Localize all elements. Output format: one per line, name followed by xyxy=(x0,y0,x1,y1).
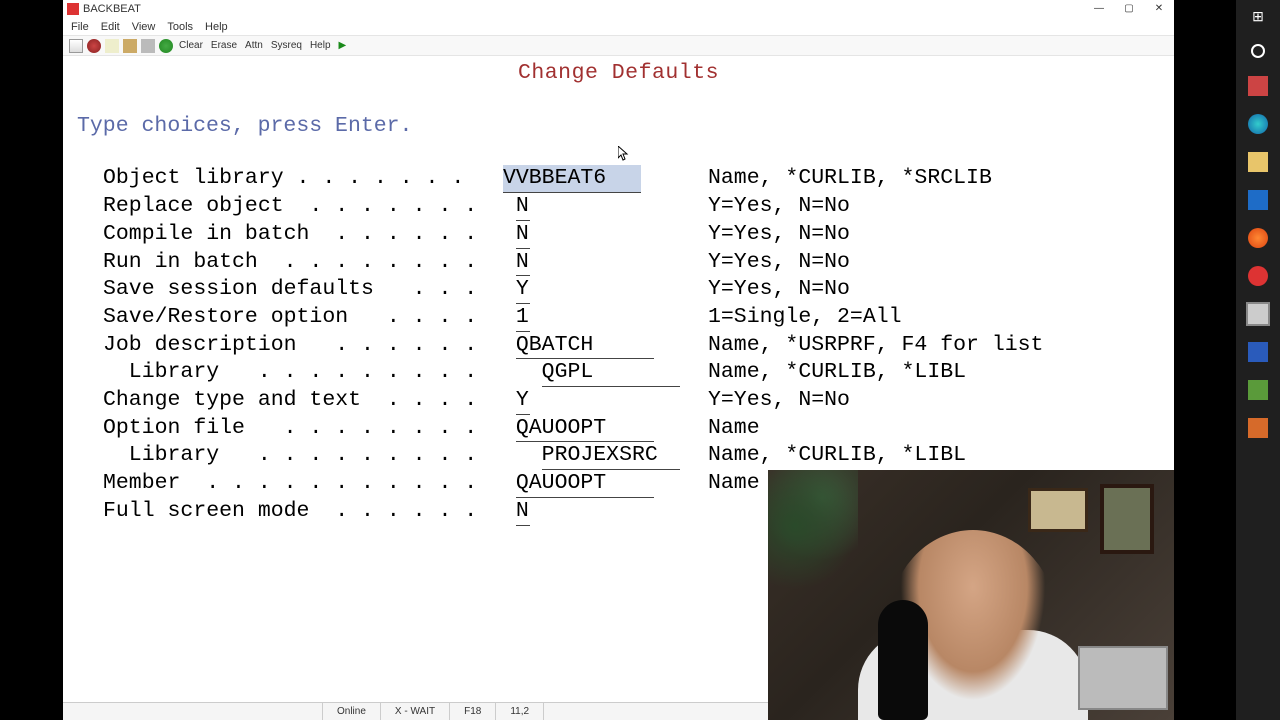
status-fkey: F18 xyxy=(450,703,496,720)
play-icon[interactable]: ▶ xyxy=(337,40,349,51)
cortana-circle-icon[interactable] xyxy=(1251,44,1265,58)
menu-edit[interactable]: Edit xyxy=(101,21,120,33)
field-input[interactable]: N xyxy=(516,221,530,249)
field-hint: Y=Yes, N=No xyxy=(708,276,850,303)
field-row: Job description . . . . . . QBATCH Name, … xyxy=(103,332,1174,360)
menu-view[interactable]: View xyxy=(132,21,156,33)
field-hint: Name, *CURLIB, *LIBL xyxy=(708,442,966,469)
field-input[interactable]: QGPL xyxy=(542,359,680,387)
field-input[interactable]: QBATCH xyxy=(516,332,654,360)
windows-start-icon[interactable]: ⊞ xyxy=(1248,6,1268,26)
webcam-overlay xyxy=(768,470,1174,720)
status-wait: X - WAIT xyxy=(381,703,450,720)
field-hint: Name, *USRPRF, F4 for list xyxy=(708,332,1043,359)
status-online: Online xyxy=(323,703,381,720)
word-icon[interactable] xyxy=(1248,342,1268,362)
field-input[interactable]: N xyxy=(516,193,530,221)
field-label: Change type and text . . . . xyxy=(103,387,516,415)
explorer-icon[interactable] xyxy=(1248,152,1268,172)
field-hint: Y=Yes, N=No xyxy=(708,249,850,276)
field-label: Replace object . . . . . . . xyxy=(103,193,516,221)
field-hint: Y=Yes, N=No xyxy=(708,221,850,248)
field-hint: 1=Single, 2=All xyxy=(708,304,902,331)
field-row: Library . . . . . . . . . PROJEXSRC Name,… xyxy=(103,442,1174,470)
field-label: Job description . . . . . . xyxy=(103,332,516,360)
opera-icon[interactable] xyxy=(1248,266,1268,286)
field-input[interactable]: VVBBEAT6 xyxy=(503,165,641,193)
field-input[interactable]: QAUOOPT xyxy=(516,470,654,498)
app-icon-green[interactable] xyxy=(1248,380,1268,400)
field-row: Replace object . . . . . . . N Y=Yes, N=N… xyxy=(103,193,1174,221)
field-input[interactable]: Y xyxy=(516,276,530,304)
field-row: Save/Restore option . . . . 1 1=Single, 2… xyxy=(103,304,1174,332)
menubar: File Edit View Tools Help xyxy=(63,18,1174,36)
field-label: Compile in batch . . . . . . xyxy=(103,221,516,249)
field-input[interactable]: PROJEXSRC xyxy=(542,442,680,470)
print-icon[interactable] xyxy=(141,39,155,53)
menu-file[interactable]: File xyxy=(71,21,89,33)
field-label: Library . . . . . . . . . xyxy=(103,359,542,387)
field-label: Object library . . . . . . . xyxy=(103,165,503,193)
globe-icon[interactable] xyxy=(87,39,101,53)
field-label: Member . . . . . . . . . . . xyxy=(103,470,516,498)
firefox-icon[interactable] xyxy=(1248,228,1268,248)
field-label: Option file . . . . . . . . xyxy=(103,415,516,443)
field-hint: Name xyxy=(708,470,760,497)
field-label: Full screen mode . . . . . . xyxy=(103,498,516,526)
field-label: Library . . . . . . . . . xyxy=(103,442,542,470)
toolbar-help[interactable]: Help xyxy=(308,40,333,51)
screen-title: Change Defaults xyxy=(63,56,1174,87)
field-label: Save/Restore option . . . . xyxy=(103,304,516,332)
toolbar-sysreq[interactable]: Sysreq xyxy=(269,40,304,51)
minimize-button[interactable]: ― xyxy=(1084,0,1114,16)
field-row: Object library . . . . . . . VVBBEAT6 Nam… xyxy=(103,165,1174,193)
field-row: Change type and text . . . . Y Y=Yes, N=N… xyxy=(103,387,1174,415)
field-hint: Y=Yes, N=No xyxy=(708,387,850,414)
status-pos: 11,2 xyxy=(496,703,544,720)
maximize-button[interactable]: ▢ xyxy=(1114,0,1144,16)
field-row: Run in batch . . . . . . . . N Y=Yes, N=N… xyxy=(103,249,1174,277)
field-input[interactable]: N xyxy=(516,498,530,526)
close-button[interactable]: ✕ xyxy=(1144,0,1174,16)
field-input[interactable]: N xyxy=(516,249,530,277)
field-label: Save session defaults . . . xyxy=(103,276,516,304)
field-hint: Name, *CURLIB, *LIBL xyxy=(708,359,966,386)
outlook-icon[interactable] xyxy=(1248,190,1268,210)
field-row: Save session defaults . . . Y Y=Yes, N=No xyxy=(103,276,1174,304)
app-icon-1[interactable] xyxy=(1248,76,1268,96)
menu-help[interactable]: Help xyxy=(205,21,228,33)
window-title: BACKBEAT xyxy=(83,3,141,15)
field-row: Compile in batch . . . . . . N Y=Yes, N=N… xyxy=(103,221,1174,249)
copy-icon[interactable] xyxy=(105,39,119,53)
field-input[interactable]: 1 xyxy=(516,304,530,332)
toolbar-clear[interactable]: Clear xyxy=(177,40,205,51)
terminal-taskbar-icon[interactable] xyxy=(1248,304,1268,324)
field-hint: Name, *CURLIB, *SRCLIB xyxy=(708,165,992,192)
toolbar: Clear Erase Attn Sysreq Help ▶ xyxy=(63,36,1174,56)
field-hint: Name xyxy=(708,415,760,442)
titlebar: BACKBEAT ― ▢ ✕ xyxy=(63,0,1174,18)
app-icon-orange[interactable] xyxy=(1248,418,1268,438)
field-row: Library . . . . . . . . . QGPL Name, *CUR… xyxy=(103,359,1174,387)
paste-icon[interactable] xyxy=(123,39,137,53)
field-row: Option file . . . . . . . . QAUOOPT Name xyxy=(103,415,1174,443)
toolbar-attn[interactable]: Attn xyxy=(243,40,265,51)
app-icon xyxy=(67,3,79,15)
windows-taskbar-right: ⊞ xyxy=(1236,0,1280,720)
new-icon[interactable] xyxy=(69,39,83,53)
field-hint: Y=Yes, N=No xyxy=(708,193,850,220)
menu-tools[interactable]: Tools xyxy=(167,21,193,33)
field-input[interactable]: QAUOOPT xyxy=(516,415,654,443)
refresh-icon[interactable] xyxy=(159,39,173,53)
screen-prompt: Type choices, press Enter. xyxy=(63,113,1174,140)
field-input[interactable]: Y xyxy=(516,387,530,415)
toolbar-erase[interactable]: Erase xyxy=(209,40,239,51)
edge-icon[interactable] xyxy=(1248,114,1268,134)
field-label: Run in batch . . . . . . . . xyxy=(103,249,516,277)
